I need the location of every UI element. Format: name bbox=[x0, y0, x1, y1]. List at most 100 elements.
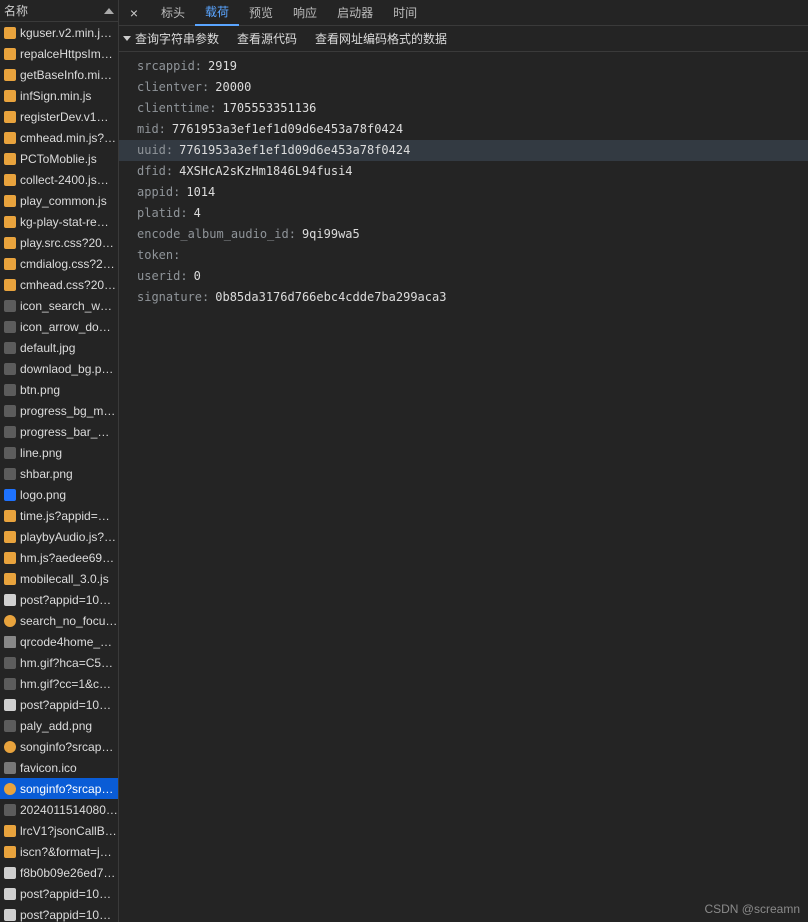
request-row[interactable]: logo.png bbox=[0, 484, 118, 505]
request-row[interactable]: hm.js?aedee698… bbox=[0, 547, 118, 568]
img-icon bbox=[4, 720, 16, 732]
request-name: songinfo?srcap… bbox=[20, 740, 113, 754]
request-row[interactable]: songinfo?srcap… bbox=[0, 736, 118, 757]
payload-row[interactable]: srcappid:2919 bbox=[119, 56, 808, 77]
request-row[interactable]: songinfo?srcap… bbox=[0, 778, 118, 799]
view-source-link[interactable]: 查看源代码 bbox=[237, 30, 297, 47]
tab-2[interactable]: 预览 bbox=[239, 0, 283, 26]
tab-0[interactable]: 标头 bbox=[151, 0, 195, 26]
request-row[interactable]: hm.gif?cc=1&c… bbox=[0, 673, 118, 694]
request-name: post?appid=10… bbox=[20, 593, 111, 607]
payload-row[interactable]: userid:0 bbox=[119, 266, 808, 287]
doc-icon bbox=[4, 867, 16, 879]
request-name: mobilecall_3.0.js bbox=[20, 572, 109, 586]
request-row[interactable]: post?appid=10… bbox=[0, 589, 118, 610]
request-name: songinfo?srcap… bbox=[20, 782, 113, 796]
request-row[interactable]: post?appid=10… bbox=[0, 904, 118, 922]
payload-row[interactable]: uuid:7761953a3ef1ef1d09d6e453a78f0424 bbox=[119, 140, 808, 161]
request-row[interactable]: play_common.js bbox=[0, 190, 118, 211]
request-row[interactable]: collect-2400.js… bbox=[0, 169, 118, 190]
request-row[interactable]: hm.gif?hca=C5… bbox=[0, 652, 118, 673]
tab-5[interactable]: 时间 bbox=[383, 0, 427, 26]
request-name: progress_bar_m… bbox=[20, 425, 118, 439]
request-row[interactable]: paly_add.png bbox=[0, 715, 118, 736]
payload-value: 9qi99wa5 bbox=[302, 226, 360, 243]
payload-value: 4XSHcA2sKzHm1846L94fusi4 bbox=[179, 163, 352, 180]
js-icon bbox=[4, 846, 16, 858]
request-row[interactable]: line.png bbox=[0, 442, 118, 463]
xhr-icon bbox=[4, 783, 16, 795]
query-string-params-toggle[interactable]: 查询字符串参数 bbox=[123, 30, 219, 47]
request-name: repalceHttpsIm… bbox=[20, 47, 113, 61]
request-name: play.src.css?201… bbox=[20, 236, 118, 250]
xhr-icon bbox=[4, 741, 16, 753]
payload-row[interactable]: appid:1014 bbox=[119, 182, 808, 203]
requests-panel: 名称 kguser.v2.min.j… repalceHttpsIm… getBas… bbox=[0, 0, 119, 922]
request-row[interactable]: play.src.css?201… bbox=[0, 232, 118, 253]
request-name: btn.png bbox=[20, 383, 60, 397]
request-row[interactable]: infSign.min.js bbox=[0, 85, 118, 106]
close-icon[interactable]: × bbox=[123, 2, 145, 24]
request-row[interactable]: downlaod_bg.p… bbox=[0, 358, 118, 379]
request-row[interactable]: qrcode4home_… bbox=[0, 631, 118, 652]
payload-key: signature: bbox=[137, 289, 209, 306]
img-icon bbox=[4, 426, 16, 438]
request-row[interactable]: repalceHttpsIm… bbox=[0, 43, 118, 64]
request-name: post?appid=10… bbox=[20, 908, 111, 922]
payload-row[interactable]: signature:0b85da3176d766ebc4cdde7ba299ac… bbox=[119, 287, 808, 308]
payload-subheader: 查询字符串参数 查看源代码 查看网址编码格式的数据 bbox=[119, 26, 808, 52]
request-row[interactable]: progress_bg_mi… bbox=[0, 400, 118, 421]
requests-header[interactable]: 名称 bbox=[0, 0, 118, 22]
app-root: 名称 kguser.v2.min.j… repalceHttpsIm… getBas… bbox=[0, 0, 808, 922]
request-row[interactable]: shbar.png bbox=[0, 463, 118, 484]
request-row[interactable]: 2024011514080… bbox=[0, 799, 118, 820]
js-icon bbox=[4, 27, 16, 39]
request-name: downlaod_bg.p… bbox=[20, 362, 113, 376]
doc-icon bbox=[4, 909, 16, 921]
request-name: cmhead.min.js?… bbox=[20, 131, 116, 145]
payload-row[interactable]: encode_album_audio_id:9qi99wa5 bbox=[119, 224, 808, 245]
request-row[interactable]: progress_bar_m… bbox=[0, 421, 118, 442]
request-name: play_common.js bbox=[20, 194, 107, 208]
request-row[interactable]: cmhead.min.js?… bbox=[0, 127, 118, 148]
request-name: lrcV1?jsonCallB… bbox=[20, 824, 117, 838]
request-row[interactable]: icon_search_wh… bbox=[0, 295, 118, 316]
tab-3[interactable]: 响应 bbox=[283, 0, 327, 26]
request-row[interactable]: btn.png bbox=[0, 379, 118, 400]
request-row[interactable]: post?appid=10… bbox=[0, 694, 118, 715]
payload-row[interactable]: dfid:4XSHcA2sKzHm1846L94fusi4 bbox=[119, 161, 808, 182]
request-row[interactable]: f8b0b09e26ed7… bbox=[0, 862, 118, 883]
tab-1[interactable]: 载荷 bbox=[195, 0, 239, 26]
view-url-encoded-link[interactable]: 查看网址编码格式的数据 bbox=[315, 30, 447, 47]
payload-row[interactable]: platid:4 bbox=[119, 203, 808, 224]
request-row[interactable]: registerDev.v1… bbox=[0, 106, 118, 127]
request-row[interactable]: default.jpg bbox=[0, 337, 118, 358]
payload-value: 1705553351136 bbox=[222, 100, 316, 117]
js-icon bbox=[4, 153, 16, 165]
request-row[interactable]: time.js?appid=… bbox=[0, 505, 118, 526]
request-row[interactable]: cmdialog.css?2… bbox=[0, 253, 118, 274]
payload-row[interactable]: token: bbox=[119, 245, 808, 266]
request-row[interactable]: lrcV1?jsonCallB… bbox=[0, 820, 118, 841]
request-row[interactable]: playbyAudio.js?… bbox=[0, 526, 118, 547]
request-row[interactable]: mobilecall_3.0.js bbox=[0, 568, 118, 589]
payload-key: clientver: bbox=[137, 79, 209, 96]
payload-row[interactable]: clienttime:1705553351136 bbox=[119, 98, 808, 119]
request-row[interactable]: favicon.ico bbox=[0, 757, 118, 778]
request-row[interactable]: kguser.v2.min.j… bbox=[0, 22, 118, 43]
tab-4[interactable]: 启动器 bbox=[327, 0, 383, 26]
request-name: time.js?appid=… bbox=[20, 509, 110, 523]
payload-value: 1014 bbox=[186, 184, 215, 201]
sort-caret-icon[interactable] bbox=[104, 8, 114, 14]
payload-row[interactable]: clientver:20000 bbox=[119, 77, 808, 98]
request-row[interactable]: search_no_focu… bbox=[0, 610, 118, 631]
request-row[interactable]: kg-play-stat-re… bbox=[0, 211, 118, 232]
request-row[interactable]: iscn?&format=j… bbox=[0, 841, 118, 862]
request-row[interactable]: icon_arrow_do… bbox=[0, 316, 118, 337]
payload-row[interactable]: mid:7761953a3ef1ef1d09d6e453a78f0424 bbox=[119, 119, 808, 140]
detail-tabs: × 标头载荷预览响应启动器时间 bbox=[119, 0, 808, 26]
request-row[interactable]: PCToMoblie.js bbox=[0, 148, 118, 169]
request-row[interactable]: post?appid=10… bbox=[0, 883, 118, 904]
request-row[interactable]: getBaseInfo.mi… bbox=[0, 64, 118, 85]
request-row[interactable]: cmhead.css?20… bbox=[0, 274, 118, 295]
